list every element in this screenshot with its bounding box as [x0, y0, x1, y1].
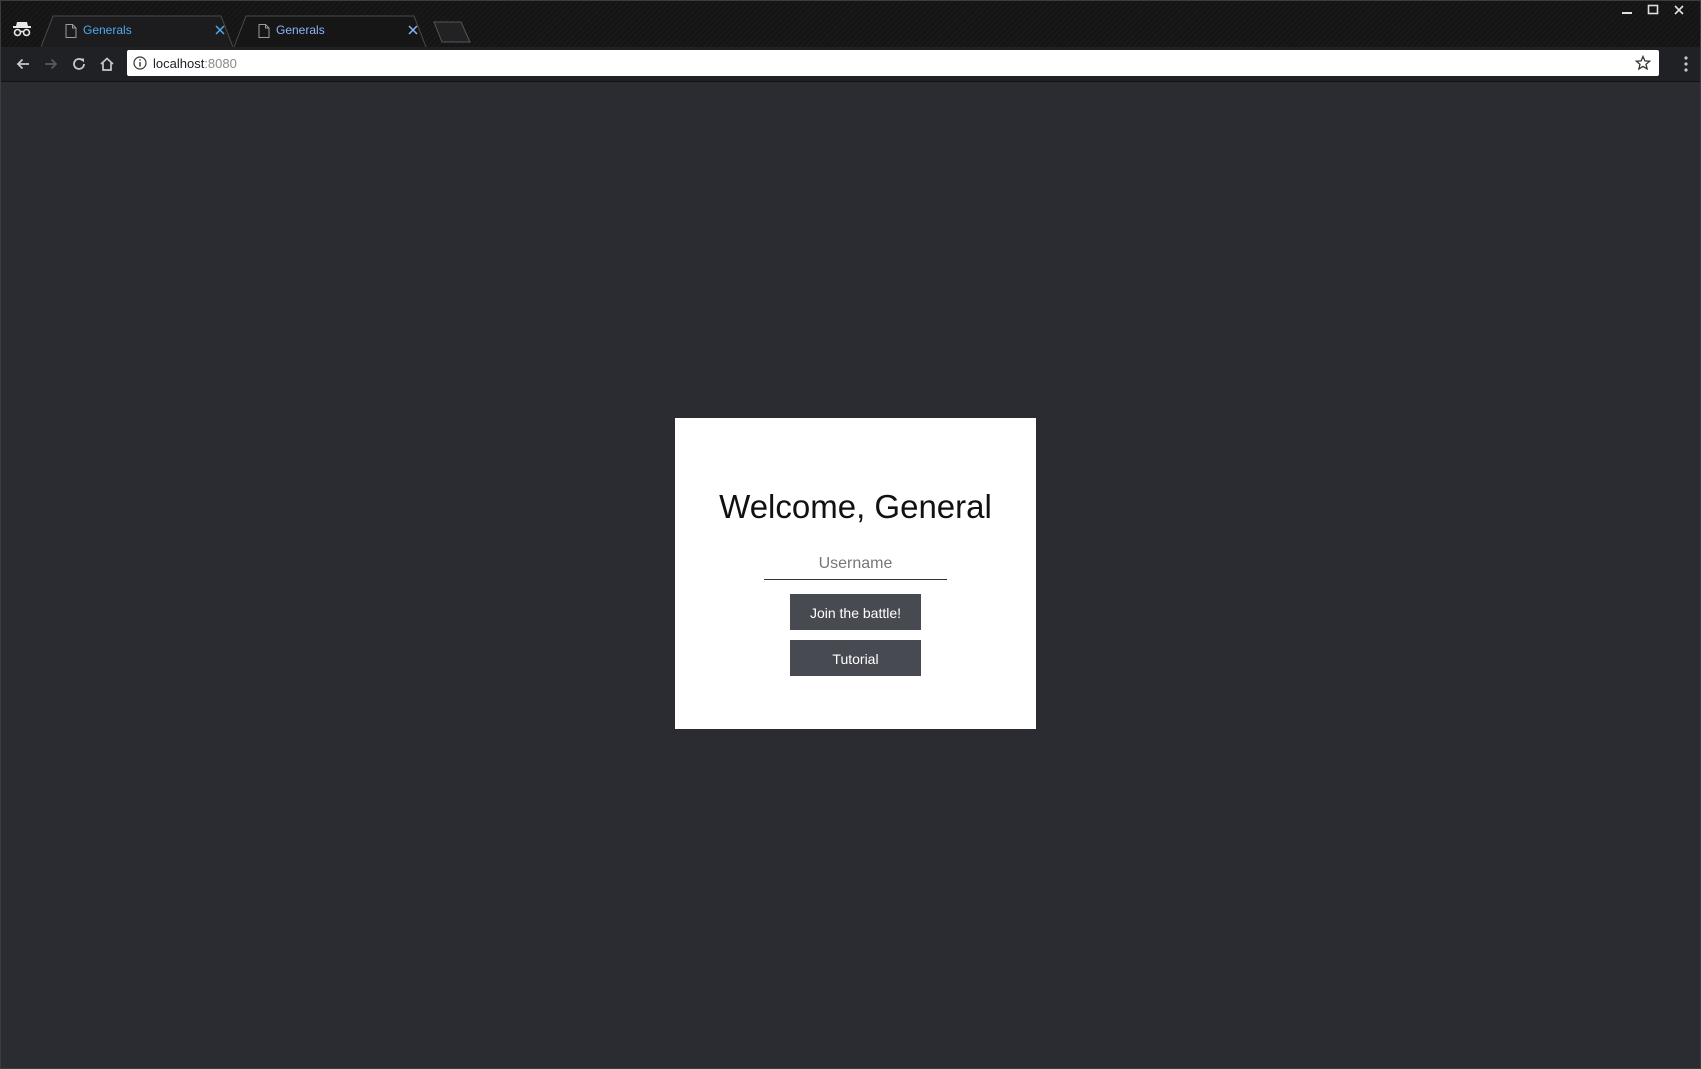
reload-button[interactable]	[68, 53, 90, 75]
page-title: Welcome, General	[719, 488, 992, 525]
tab-strip: Generals Generals	[1, 1, 1700, 47]
info-icon[interactable]	[133, 56, 147, 70]
close-window-button[interactable]	[1666, 1, 1692, 19]
minimize-icon	[1622, 12, 1632, 14]
star-icon[interactable]	[1635, 55, 1651, 71]
welcome-card: Welcome, General Join the battle! Tutori…	[675, 418, 1036, 729]
back-button[interactable]	[12, 53, 34, 75]
tutorial-button[interactable]: Tutorial	[790, 640, 921, 676]
reload-icon	[73, 58, 85, 70]
page-viewport: Welcome, General Join the battle! Tutori…	[5, 82, 1698, 1066]
browser-window: Generals Generals localhost:8080 Welcome…	[0, 0, 1701, 1069]
join-battle-button[interactable]: Join the battle!	[790, 594, 921, 630]
browser-toolbar: localhost:8080	[1, 47, 1700, 82]
close-tab-icon[interactable]	[213, 23, 227, 37]
kebab-menu-icon[interactable]	[1684, 55, 1688, 73]
maximize-button[interactable]	[1640, 1, 1666, 19]
address-bar[interactable]: localhost:8080	[127, 50, 1659, 76]
forward-arrow-icon	[45, 58, 58, 70]
close-window-icon	[1674, 5, 1684, 15]
home-icon	[100, 57, 114, 71]
incognito-icon[interactable]	[11, 17, 33, 39]
new-tab-button[interactable]	[433, 21, 471, 43]
url-text: localhost:8080	[153, 56, 237, 71]
home-button[interactable]	[96, 53, 118, 75]
tab-generals-1[interactable]: Generals	[41, 15, 234, 47]
tab-title: Generals	[83, 23, 132, 37]
close-tab-icon[interactable]	[406, 23, 420, 37]
url-port: :8080	[204, 56, 237, 71]
page-icon	[65, 24, 77, 38]
window-controls	[1614, 1, 1692, 19]
back-arrow-icon	[16, 58, 29, 70]
forward-button[interactable]	[40, 53, 62, 75]
tab-title: Generals	[276, 23, 325, 37]
page-icon	[258, 24, 270, 38]
minimize-button[interactable]	[1614, 1, 1640, 19]
url-host: localhost	[153, 56, 205, 71]
tab-generals-2[interactable]: Generals	[234, 15, 427, 47]
username-input[interactable]	[764, 549, 947, 580]
maximize-icon	[1647, 4, 1659, 15]
